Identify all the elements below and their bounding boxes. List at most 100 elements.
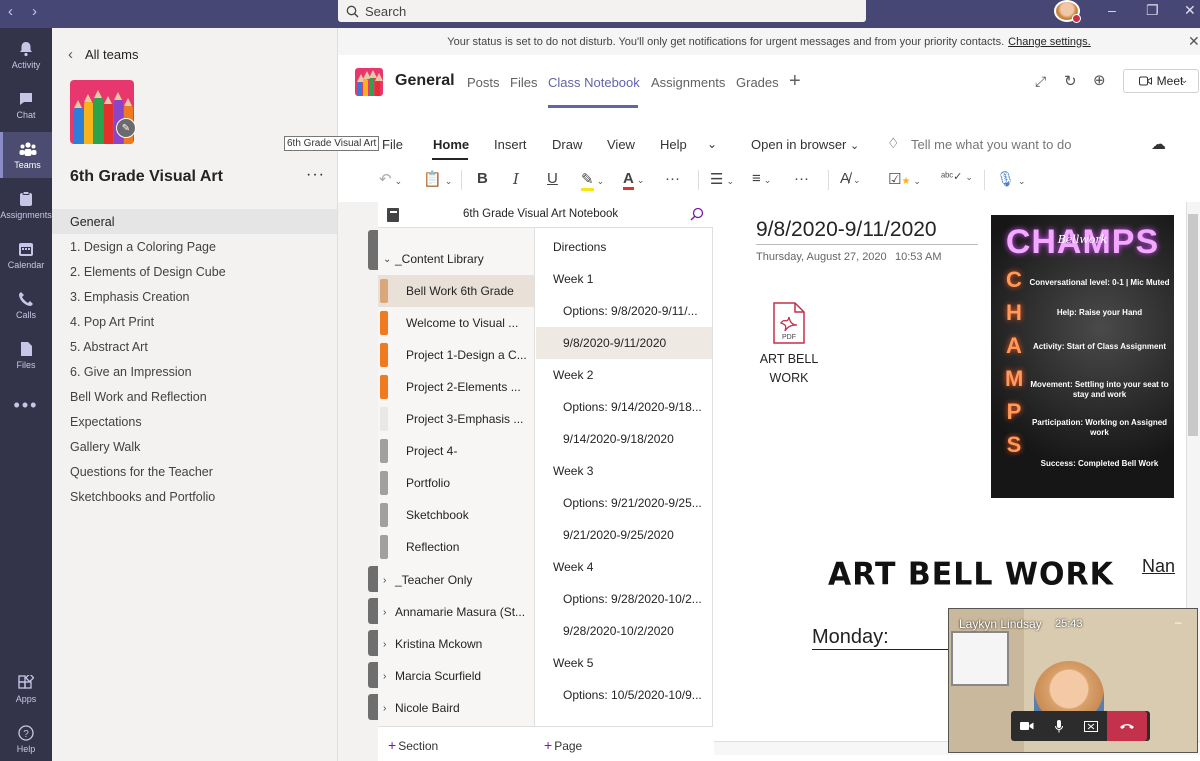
section-item[interactable]: Project 1-Design a C...: [378, 339, 534, 371]
channel-item[interactable]: Questions for the Teacher: [52, 459, 337, 484]
bullets-button[interactable]: ☰ ⌄: [710, 170, 734, 188]
pdf-attachment-label[interactable]: ART BELL WORK: [754, 350, 824, 388]
share-screen-button[interactable]: [1075, 711, 1107, 741]
add-section-button[interactable]: + Section: [388, 737, 438, 753]
section-item[interactable]: Sketchbook: [378, 499, 534, 531]
tell-me-search[interactable]: Tell me what you want to do: [911, 137, 1071, 152]
channel-item[interactable]: Expectations: [52, 409, 337, 434]
page-item[interactable]: Directions: [536, 231, 712, 263]
ribbon-tab-draw[interactable]: Draw: [552, 137, 582, 152]
reload-icon[interactable]: ↻: [1064, 72, 1077, 90]
rail-help[interactable]: ? Help: [0, 716, 52, 761]
channel-item[interactable]: 1. Design a Coloring Page: [52, 234, 337, 259]
paste-button[interactable]: 📋 ⌄: [423, 170, 452, 188]
channel-item[interactable]: Bell Work and Reflection: [52, 384, 337, 409]
section-group-student[interactable]: › Kristina Mckown: [378, 628, 534, 660]
rail-calls[interactable]: Calls: [0, 282, 52, 328]
back-arrow-icon[interactable]: ‹: [8, 3, 13, 20]
page-item[interactable]: Week 4: [536, 551, 712, 583]
undo-button[interactable]: ↶ ⌄: [379, 170, 402, 188]
all-teams-link[interactable]: ‹ All teams: [68, 46, 138, 63]
tab-files[interactable]: Files: [510, 75, 537, 90]
subpage-item[interactable]: Options: 9/8/2020-9/11/...: [536, 295, 712, 327]
section-group-student[interactable]: › Marcia Scurfield: [378, 660, 534, 692]
close-window-icon[interactable]: ✕: [1184, 2, 1196, 19]
underline-button[interactable]: U: [547, 170, 558, 187]
section-group-content-library[interactable]: ⌄ _Content Library: [378, 243, 534, 275]
hang-up-button[interactable]: [1107, 711, 1147, 741]
ribbon-more-icon[interactable]: ⌄: [707, 137, 717, 151]
section-item[interactable]: Bell Work 6th Grade: [378, 275, 534, 307]
section-group-student[interactable]: › Annamarie Masura (St...: [378, 596, 534, 628]
search-box[interactable]: Search: [338, 0, 866, 22]
expand-icon[interactable]: ⤢: [1035, 73, 1046, 90]
vertical-scrollbar-thumb[interactable]: [1188, 214, 1198, 436]
page-item[interactable]: Week 1: [536, 263, 712, 295]
channel-item[interactable]: 3. Emphasis Creation: [52, 284, 337, 309]
minimize-icon[interactable]: –: [1108, 2, 1116, 18]
add-tab-icon[interactable]: +: [789, 70, 801, 93]
section-item[interactable]: Portfolio: [378, 467, 534, 499]
change-settings-link[interactable]: Change settings.: [1008, 36, 1091, 48]
page-item[interactable]: Week 3: [536, 455, 712, 487]
rail-teams[interactable]: Teams: [0, 132, 52, 178]
tab-assignments[interactable]: Assignments: [651, 75, 725, 90]
section-item[interactable]: Project 3-Emphasis ...: [378, 403, 534, 435]
channel-item[interactable]: 4. Pop Art Print: [52, 309, 337, 334]
more-paragraph-icon[interactable]: ···: [794, 170, 809, 187]
rail-apps[interactable]: Apps: [0, 666, 52, 712]
tab-class-notebook[interactable]: Class Notebook: [548, 75, 640, 90]
tab-posts[interactable]: Posts: [467, 75, 500, 90]
sync-cloud-icon[interactable]: ☁: [1151, 135, 1166, 153]
dictate-button[interactable]: 🎙 ⌄: [996, 170, 1026, 188]
ribbon-tab-home[interactable]: Home: [433, 137, 469, 152]
minimize-call-icon[interactable]: –: [1175, 615, 1182, 629]
subpage-item[interactable]: Options: 10/5/2020-10/9...: [536, 679, 712, 711]
styles-button[interactable]: A̸ ⌄: [840, 170, 861, 187]
tab-grades[interactable]: Grades: [736, 75, 779, 90]
add-page-button[interactable]: + Page: [544, 737, 582, 753]
meet-dropdown-icon[interactable]: ⌄: [1180, 75, 1188, 86]
page-item[interactable]: Week 5: [536, 647, 712, 679]
restore-icon[interactable]: ❐: [1146, 2, 1159, 19]
camera-toggle-button[interactable]: [1011, 711, 1043, 741]
subpage-item[interactable]: 9/14/2020-9/18/2020: [536, 423, 712, 455]
rail-chat[interactable]: Chat: [0, 82, 52, 128]
notebook-icon[interactable]: [386, 207, 400, 223]
rail-more-apps[interactable]: •••: [0, 382, 52, 428]
channel-item[interactable]: Sketchbooks and Portfolio: [52, 484, 337, 509]
section-group-student[interactable]: › Nicole Baird: [378, 692, 534, 724]
highlight-button[interactable]: ✎ ⌄: [581, 170, 604, 191]
section-item[interactable]: Reflection: [378, 531, 534, 563]
page-title[interactable]: 9/8/2020-9/11/2020: [756, 218, 978, 245]
ribbon-tab-help[interactable]: Help: [660, 137, 687, 152]
channel-item[interactable]: Gallery Walk: [52, 434, 337, 459]
channel-item[interactable]: 5. Abstract Art: [52, 334, 337, 359]
section-item[interactable]: Project 4-: [378, 435, 534, 467]
more-formatting-icon[interactable]: ···: [665, 170, 680, 187]
italic-button[interactable]: I: [513, 170, 519, 188]
tags-button[interactable]: ☑★ ⌄: [888, 170, 921, 188]
section-group-teacher-only[interactable]: › _Teacher Only: [378, 564, 534, 596]
font-color-button[interactable]: A ⌄: [623, 170, 644, 190]
channel-general[interactable]: General: [52, 209, 337, 234]
subpage-item[interactable]: Options: 9/14/2020-9/18...: [536, 391, 712, 423]
edit-team-image-button[interactable]: ✎: [116, 118, 136, 138]
rail-files[interactable]: Files: [0, 332, 52, 378]
notebook-name[interactable]: 6th Grade Visual Art Notebook: [463, 208, 618, 220]
subpage-item[interactable]: 9/21/2020-9/25/2020: [536, 519, 712, 551]
numbering-button[interactable]: ≡ ⌄: [752, 170, 771, 187]
subpage-item[interactable]: Options: 9/28/2020-10/2...: [536, 583, 712, 615]
rail-assignments[interactable]: Assignments: [0, 182, 52, 228]
team-more-options-icon[interactable]: ···: [306, 166, 325, 184]
bold-button[interactable]: B: [477, 170, 488, 187]
subpage-item[interactable]: 9/28/2020-10/2/2020: [536, 615, 712, 647]
close-banner-icon[interactable]: ✕: [1188, 33, 1200, 50]
notebook-search-icon[interactable]: [690, 207, 704, 221]
channel-item[interactable]: 2. Elements of Design Cube: [52, 259, 337, 284]
pdf-file-icon[interactable]: PDF: [772, 302, 806, 344]
rail-calendar[interactable]: Calendar: [0, 232, 52, 278]
open-in-browser-button[interactable]: Open in browser ⌄: [751, 137, 859, 152]
globe-icon[interactable]: ⊕: [1093, 71, 1106, 89]
channel-item[interactable]: 6. Give an Impression: [52, 359, 337, 384]
